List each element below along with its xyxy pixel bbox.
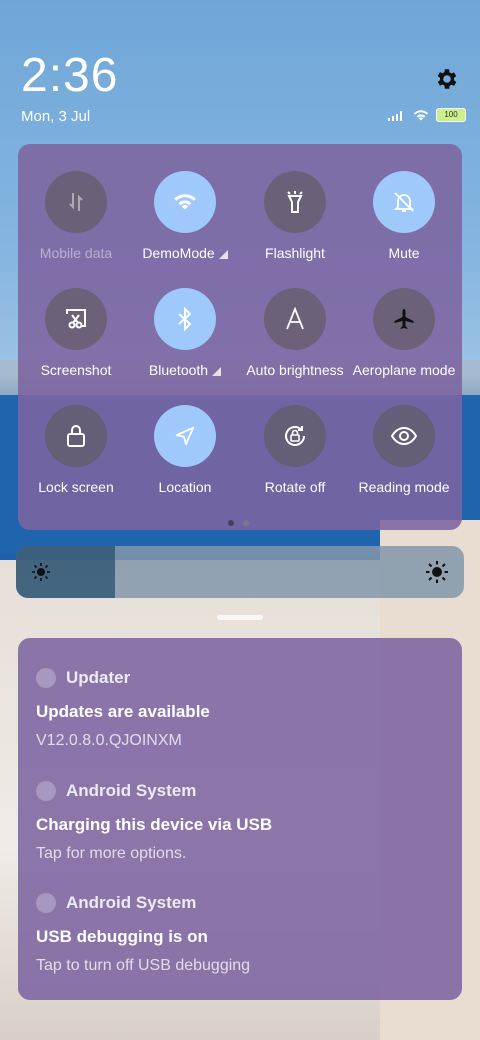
brightness-slider[interactable]	[16, 546, 464, 598]
brightness-fill	[16, 546, 115, 598]
location-icon	[154, 405, 216, 467]
android-system-icon	[36, 893, 56, 913]
lock-icon	[45, 405, 107, 467]
tile-label: Screenshot	[40, 362, 112, 378]
notification-body: Tap for more options.	[36, 845, 187, 862]
updater-app-icon	[36, 668, 56, 688]
tile-label: Rotate off	[264, 479, 326, 495]
tile-lock-screen[interactable]: Lock screen	[21, 405, 131, 495]
wifi-icon	[154, 171, 216, 233]
tile-mute[interactable]: Mute	[349, 171, 459, 261]
tile-label: DemoMode	[142, 245, 215, 261]
expand-arrow-icon	[212, 366, 222, 376]
notification-app-name: Android System	[66, 781, 197, 800]
date: Mon, 3 Jul	[21, 108, 91, 125]
notification-usb-charging[interactable]: Android System Charging this device via …	[36, 781, 446, 863]
mobile-data-icon	[45, 171, 107, 233]
tile-label: Reading mode	[358, 479, 450, 495]
tile-mobile-data[interactable]: Mobile data	[21, 171, 131, 261]
notification-body: Tap to turn off USB debugging	[36, 957, 251, 974]
notification-usb-debugging[interactable]: Android System USB debugging is on Tap t…	[36, 893, 446, 975]
page-dot-active	[228, 520, 234, 526]
tile-bluetooth[interactable]: Bluetooth	[130, 288, 240, 378]
flashlight-icon	[264, 171, 326, 233]
clock: 2:36	[21, 49, 119, 102]
tile-flashlight[interactable]: Flashlight	[240, 171, 350, 261]
android-system-icon	[36, 781, 56, 801]
tile-auto-brightness[interactable]: Auto brightness	[240, 288, 350, 378]
notification-title: Updates are available	[36, 702, 210, 721]
tile-label: Flashlight	[265, 245, 325, 261]
system-icons: 100	[388, 108, 466, 122]
page-dot	[243, 520, 249, 526]
tile-label: Location	[158, 479, 212, 495]
brightness-low-icon	[32, 563, 50, 581]
airplane-icon	[373, 288, 435, 350]
tile-demomode[interactable]: DemoMode	[130, 171, 240, 261]
bluetooth-icon	[154, 288, 216, 350]
signal-icon	[388, 111, 402, 121]
tile-location[interactable]: Location	[130, 405, 240, 495]
bell-off-icon	[373, 171, 435, 233]
notification-title: Charging this device via USB	[36, 815, 273, 834]
tile-label: Auto brightness	[246, 362, 344, 378]
tile-label: Bluetooth	[148, 362, 209, 378]
wifi-icon	[413, 109, 429, 121]
notification-title: USB debugging is on	[36, 927, 208, 946]
page-indicator	[228, 520, 249, 526]
battery-icon: 100	[436, 108, 466, 122]
tile-aeroplane-mode[interactable]: Aeroplane mode	[349, 288, 459, 378]
notification-app-name: Updater	[66, 668, 131, 687]
tile-screenshot[interactable]: Screenshot	[21, 288, 131, 378]
gear-icon[interactable]	[434, 66, 460, 92]
notification-app-name: Android System	[66, 893, 197, 912]
eye-icon	[373, 405, 435, 467]
rotate-lock-icon	[264, 405, 326, 467]
notification-body: V12.0.8.0.QJOINXM	[36, 732, 182, 749]
auto-brightness-icon	[264, 288, 326, 350]
tile-label: Mute	[388, 245, 420, 261]
expand-arrow-icon	[218, 249, 228, 259]
tile-label: Lock screen	[38, 479, 114, 495]
drag-handle[interactable]	[217, 615, 263, 620]
tile-rotate-off[interactable]: Rotate off	[240, 405, 350, 495]
tile-label: Mobile data	[39, 245, 113, 261]
screenshot-icon	[45, 288, 107, 350]
notification-updater[interactable]: Updater Updates are available V12.0.8.0.…	[36, 668, 446, 750]
tile-reading-mode[interactable]: Reading mode	[349, 405, 459, 495]
brightness-high-icon	[426, 561, 448, 583]
tile-label: Aeroplane mode	[352, 362, 456, 378]
